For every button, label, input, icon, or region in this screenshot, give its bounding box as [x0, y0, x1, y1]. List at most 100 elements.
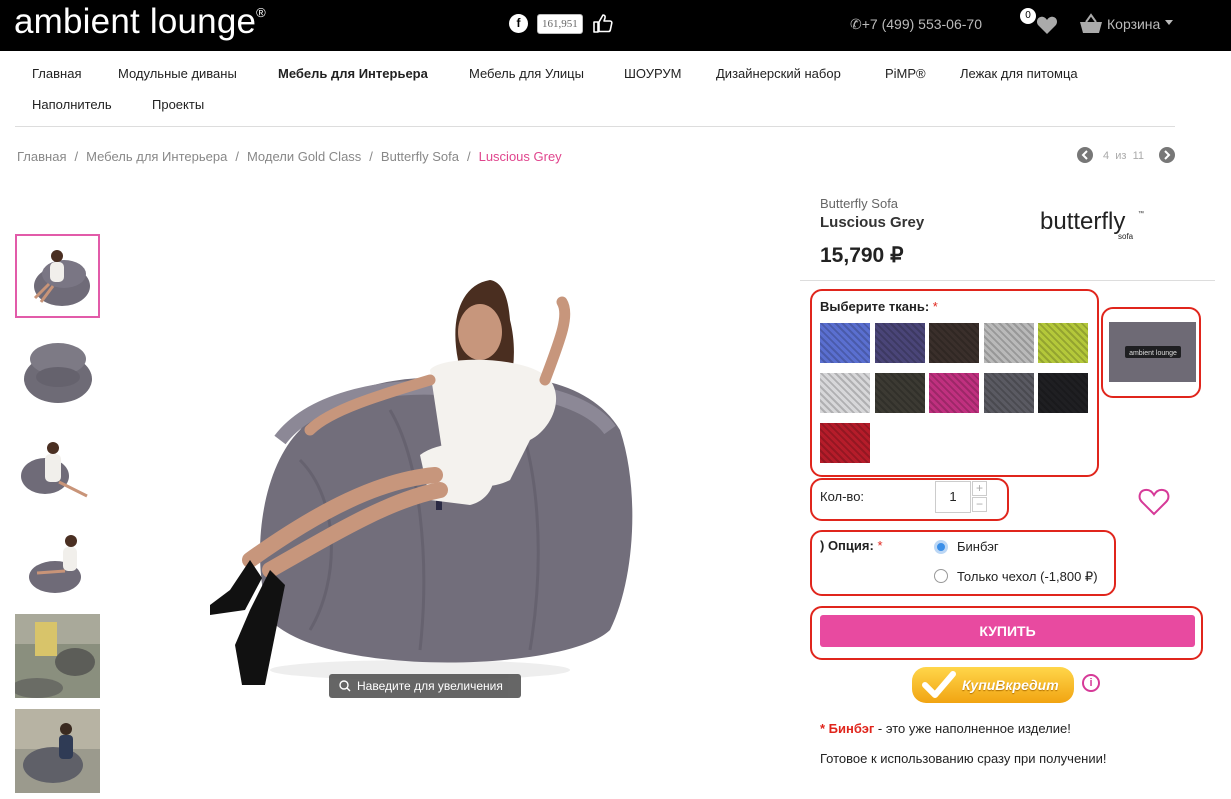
phone-text: +7 (499) 553-06-70 — [861, 16, 982, 32]
prev-product-button[interactable] — [1077, 147, 1093, 163]
breadcrumb-item-butterfly[interactable]: Butterfly Sofa — [381, 149, 459, 164]
checkmark-icon — [922, 671, 956, 698]
credit-button-label: КупиВкредит — [962, 677, 1059, 693]
phone-number[interactable]: ✆+7 (499) 553-06-70 — [850, 16, 982, 33]
thumb-image — [15, 329, 100, 413]
fabric-swatch-blue[interactable] — [820, 323, 870, 363]
wishlist-heart-icon[interactable] — [1036, 15, 1058, 35]
product-collection[interactable]: Butterfly Sofa — [820, 196, 898, 211]
fabric-swatch-magenta[interactable] — [929, 373, 979, 413]
fabric-preview-label: ambient lounge — [1129, 350, 1177, 357]
nav-item-home[interactable]: Главная — [32, 66, 81, 81]
breadcrumb-separator: / — [235, 149, 239, 164]
quantity-input[interactable]: 1 — [935, 481, 971, 513]
main-product-image[interactable] — [190, 260, 650, 700]
option-label-cover-only[interactable]: Только чехол (-1,800 ₽) — [957, 569, 1098, 585]
fabric-swatch-lime[interactable] — [1038, 323, 1088, 363]
quantity-decrement-button[interactable]: − — [972, 497, 987, 512]
nav-item-showroom[interactable]: ШОУРУМ — [624, 66, 681, 81]
gallery-thumb[interactable] — [15, 234, 100, 318]
pager-current: 4 — [1103, 150, 1110, 162]
chevron-down-icon[interactable] — [1165, 20, 1173, 25]
gallery-thumb[interactable] — [15, 614, 100, 698]
breadcrumb-item-interior[interactable]: Мебель для Интерьера — [86, 149, 227, 164]
thumbs-up-icon[interactable] — [592, 12, 614, 34]
gallery-thumb[interactable] — [15, 329, 100, 413]
thumb-image — [15, 519, 100, 603]
credit-button[interactable]: КупиВкредит — [912, 667, 1074, 703]
cart-label[interactable]: Корзина — [1107, 16, 1160, 32]
brand-logo: butterfly ™ sofa — [1040, 208, 1144, 241]
breadcrumb-item-home[interactable]: Главная — [17, 149, 66, 164]
nav-item-outdoor-furniture[interactable]: Мебель для Улицы — [469, 66, 584, 81]
facebook-icon[interactable]: f — [509, 14, 528, 33]
nav-item-filler[interactable]: Наполнитель — [32, 97, 112, 112]
option-label-text: ) Опция: — [820, 538, 874, 553]
like-count: 161,951 — [537, 14, 583, 34]
fabric-label-text: Выберите ткань: — [820, 299, 930, 314]
pager-text: 4 из 11 — [1103, 150, 1144, 162]
breadcrumb-item-gold-class[interactable]: Модели Gold Class — [247, 149, 361, 164]
quantity-label: Кол-во: — [820, 489, 865, 504]
beanbag-note: * Бинбэг - это уже наполненное изделие! — [820, 721, 1071, 736]
option-radio-cover-only[interactable] — [934, 569, 948, 583]
gallery-thumb[interactable] — [15, 424, 100, 508]
cart-icon[interactable] — [1078, 13, 1104, 35]
nav-item-interior-furniture[interactable]: Мебель для Интерьера — [278, 66, 428, 81]
fabric-swatch-light-grey[interactable] — [984, 323, 1034, 363]
nav-item-projects[interactable]: Проекты — [152, 97, 204, 112]
product-title: Luscious Grey — [820, 214, 925, 231]
wishlist-heart-icon[interactable] — [1138, 488, 1170, 516]
breadcrumb-separator: / — [369, 149, 373, 164]
product-pager: 4 из 11 — [1077, 147, 1177, 165]
next-product-button[interactable] — [1159, 147, 1175, 163]
chevron-left-icon — [1081, 150, 1088, 160]
thumb-image — [17, 236, 98, 316]
gallery-thumb[interactable] — [15, 519, 100, 603]
gallery-thumb[interactable] — [15, 709, 100, 793]
fabric-swatch-grey-black[interactable] — [984, 373, 1034, 413]
thumb-image — [15, 709, 100, 793]
info-icon[interactable]: i — [1082, 674, 1100, 692]
fabric-swatch-white-grey[interactable] — [820, 373, 870, 413]
phone-icon: ✆ — [850, 16, 862, 32]
brand-logo-tm: ™ — [1138, 210, 1144, 217]
beanbag-note-mark: * Бинбэг — [820, 721, 875, 736]
fabric-swatch-purple[interactable] — [875, 323, 925, 363]
search-icon — [339, 680, 351, 692]
product-divider — [800, 280, 1215, 281]
required-mark: * — [877, 538, 883, 553]
pager-total: 11 — [1132, 150, 1144, 162]
breadcrumb-current: Luscious Grey — [478, 149, 562, 164]
fabric-swatch-black[interactable] — [1038, 373, 1088, 413]
zoom-hint-text: Наведите для увеличения — [357, 679, 503, 693]
chevron-right-icon — [1164, 150, 1171, 160]
logo-registered-mark: ® — [256, 5, 266, 20]
logo-text: ambient lounge — [14, 2, 257, 41]
nav-item-designer-set[interactable]: Дизайнерский набор — [716, 66, 841, 81]
buy-button[interactable]: КУПИТЬ — [820, 615, 1195, 647]
ready-note: Готовое к использованию сразу при получе… — [820, 751, 1107, 766]
fabric-label: Выберите ткань: * — [820, 299, 938, 314]
quantity-increment-button[interactable]: + — [972, 481, 987, 496]
fabric-swatch-red[interactable] — [820, 423, 870, 463]
nav-item-pet-bed[interactable]: Лежак для питомца — [960, 66, 1078, 81]
wishlist-count-badge: 0 — [1020, 8, 1036, 24]
option-label: ) Опция: * — [820, 538, 883, 553]
brand-logo-sub: sofa — [1118, 232, 1134, 241]
beanbag-note-text: - это уже наполненное изделие! — [874, 721, 1071, 736]
nav-item-modular-sofas[interactable]: Модульные диваны — [118, 66, 237, 81]
option-label-beanbag[interactable]: Бинбэг — [957, 539, 999, 554]
nav-item-pimp[interactable]: PiMP® — [885, 66, 926, 81]
top-bar: ambient lounge® f 161,951 ✆+7 (499) 553-… — [0, 0, 1231, 51]
pager-of: из — [1115, 150, 1127, 162]
thumb-image — [15, 614, 100, 698]
zoom-hint: Наведите для увеличения — [329, 674, 521, 698]
option-radio-beanbag[interactable] — [934, 540, 948, 554]
site-logo[interactable]: ambient lounge® — [14, 2, 266, 42]
fabric-swatch-beige-black[interactable] — [875, 373, 925, 413]
fabric-preview-image: ambient lounge — [1109, 322, 1196, 382]
fabric-swatch-brown-black[interactable] — [929, 323, 979, 363]
required-mark: * — [932, 299, 938, 314]
breadcrumb-separator: / — [466, 149, 471, 164]
